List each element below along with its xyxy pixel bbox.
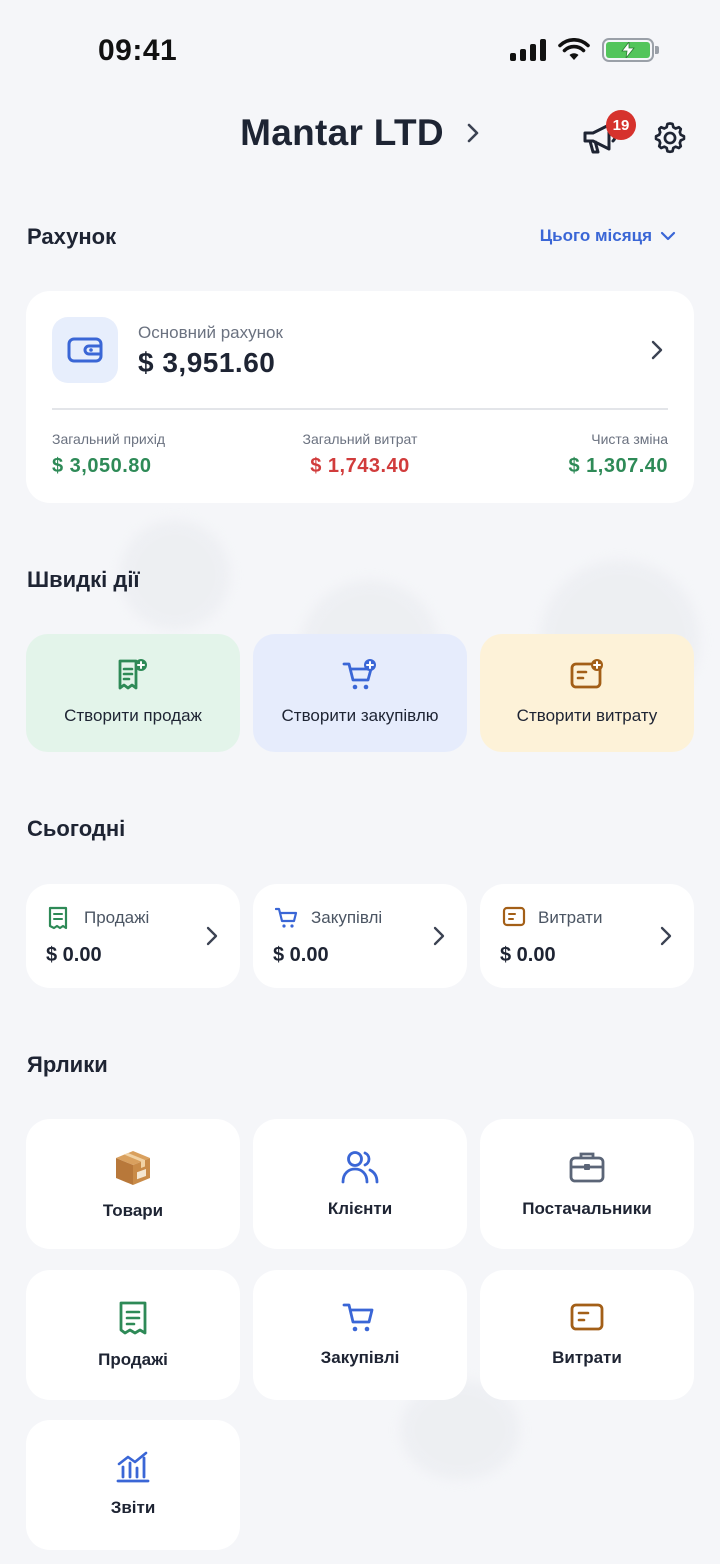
shortcut-clients[interactable]: Клієнти	[253, 1119, 467, 1249]
shortcut-products-label: Товари	[102, 1201, 164, 1220]
period-dropdown[interactable]: Цього місяця	[540, 226, 676, 246]
chart-icon	[116, 1451, 150, 1483]
status-time: 09:41	[98, 34, 178, 67]
net-change-label: Чиста зміна	[591, 431, 668, 447]
shortcut-purchases-label: Закупівлі	[320, 1348, 400, 1367]
shortcut-clients-label: Клієнти	[327, 1199, 393, 1218]
wallet-icon	[67, 337, 103, 363]
chevron-right-icon	[660, 926, 672, 946]
cellular-signal-icon	[510, 39, 546, 61]
create-sale-label: Створити продаж	[64, 706, 202, 725]
announcements-button[interactable]: 19	[578, 110, 636, 160]
wifi-icon	[558, 38, 590, 60]
note-plus-icon	[570, 659, 603, 689]
today-purchases-card[interactable]: Закупівлі $ 0.00	[253, 884, 467, 988]
chevron-right-icon	[433, 926, 445, 946]
wallet-icon-box	[52, 317, 118, 383]
chevron-right-icon	[651, 340, 663, 360]
create-expense-label: Створити витрату	[516, 706, 658, 725]
chevron-right-icon	[467, 123, 479, 143]
account-section-title: Рахунок	[27, 224, 117, 249]
shortcut-reports[interactable]: Звіти	[26, 1420, 240, 1550]
shortcut-reports-label: Звіти	[110, 1498, 156, 1517]
today-expenses-value: $ 0.00	[500, 944, 556, 966]
users-icon	[341, 1151, 379, 1184]
account-balance: $ 3,951.60	[138, 347, 276, 378]
cart-icon	[342, 1303, 374, 1332]
create-purchase-button[interactable]: Створити закупівлю	[253, 634, 467, 752]
shortcut-sales-label: Продажі	[98, 1350, 168, 1369]
notification-badge: 19	[606, 110, 636, 140]
today-expenses-card[interactable]: Витрати $ 0.00	[480, 884, 694, 988]
shortcut-expenses-label: Витрати	[552, 1348, 622, 1367]
note-icon	[570, 1303, 604, 1331]
shortcut-products[interactable]: Товари	[26, 1119, 240, 1249]
today-sales-card[interactable]: Продажі $ 0.00	[26, 884, 240, 988]
net-change-value: $ 1,307.40	[568, 455, 668, 477]
cart-icon	[275, 907, 298, 928]
shortcuts-section-title: Ярлики	[27, 1052, 108, 1077]
today-sales-label: Продажі	[84, 908, 150, 927]
chevron-right-icon	[206, 926, 218, 946]
main-account-card[interactable]: Основний рахунок $ 3,951.60 Загальний пр…	[26, 291, 694, 503]
gear-icon	[654, 122, 686, 154]
company-name: Mantar LTD	[240, 112, 444, 153]
net-change-stat: Чиста зміна $ 1,307.40	[568, 431, 668, 478]
account-label: Основний рахунок	[138, 323, 283, 342]
battery-icon	[602, 38, 659, 62]
divider	[52, 408, 668, 410]
package-icon	[116, 1151, 150, 1185]
settings-button[interactable]	[648, 116, 692, 160]
create-sale-button[interactable]: Створити продаж	[26, 634, 240, 752]
briefcase-icon	[569, 1152, 605, 1183]
shortcut-suppliers-label: Постачальники	[522, 1199, 652, 1218]
period-label: Цього місяця	[539, 226, 652, 245]
receipt-plus-icon	[118, 659, 147, 690]
today-sales-value: $ 0.00	[46, 944, 102, 966]
today-section-title: Сьогодні	[27, 816, 126, 841]
chevron-down-icon	[660, 231, 676, 241]
quick-actions-title: Швидкі дії	[27, 567, 140, 592]
today-expenses-label: Витрати	[538, 908, 603, 927]
cart-plus-icon	[342, 659, 376, 690]
today-purchases-label: Закупівлі	[311, 908, 383, 927]
create-purchase-label: Створити закупівлю	[281, 706, 439, 725]
status-icons	[510, 38, 659, 62]
shortcut-suppliers[interactable]: Постачальники	[480, 1119, 694, 1249]
shortcut-purchases[interactable]: Закупівлі	[253, 1270, 467, 1400]
shortcut-expenses[interactable]: Витрати	[480, 1270, 694, 1400]
today-purchases-value: $ 0.00	[273, 944, 329, 966]
create-expense-button[interactable]: Створити витрату	[480, 634, 694, 752]
note-icon	[502, 906, 526, 927]
receipt-icon	[48, 906, 68, 930]
shortcut-sales[interactable]: Продажі	[26, 1270, 240, 1400]
receipt-icon	[119, 1301, 147, 1335]
